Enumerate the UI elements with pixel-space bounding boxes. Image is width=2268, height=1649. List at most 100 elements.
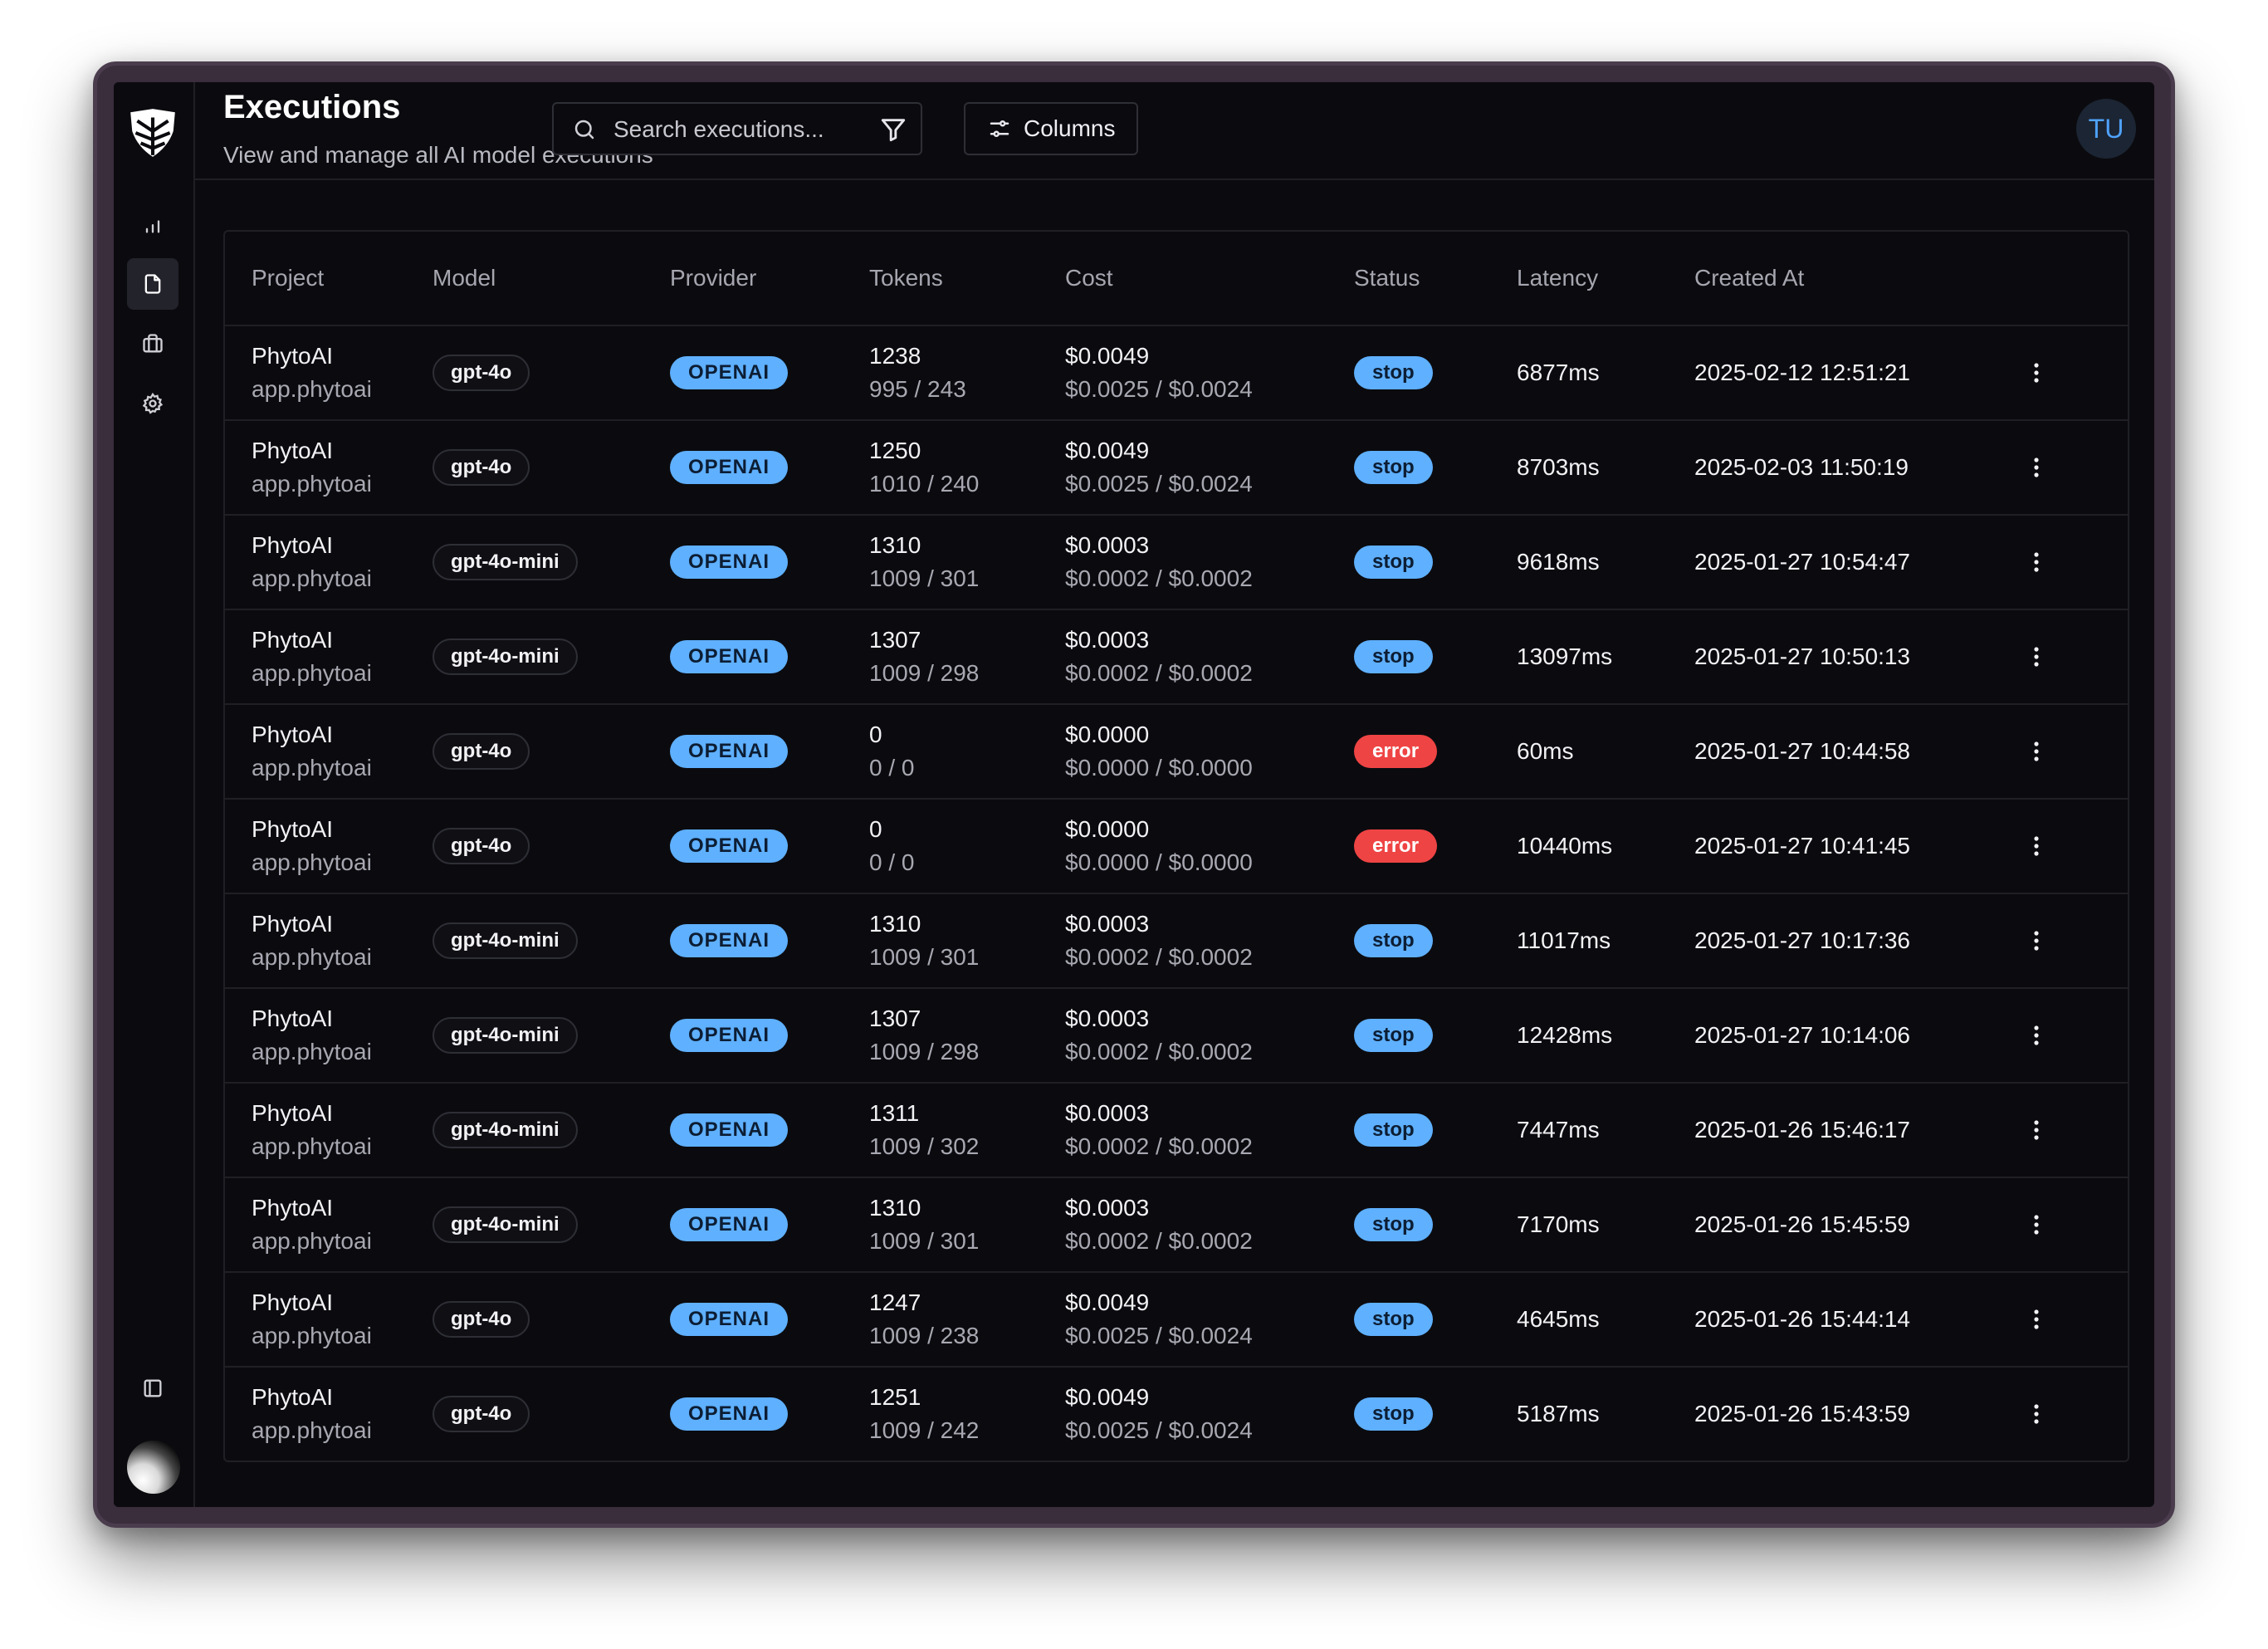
columns-button[interactable]: Columns — [964, 102, 1138, 155]
sidebar-toggle-button[interactable] — [127, 1363, 178, 1414]
executions-table: Project Model Provider Tokens Cost Statu… — [223, 230, 2129, 1462]
status-badge: stop — [1354, 451, 1433, 484]
table-row[interactable]: PhytoAI app.phytoai gpt-4o-mini OPENAI 1… — [225, 609, 2128, 705]
row-menu-button[interactable] — [2020, 735, 2053, 768]
sidebar-item-analytics[interactable] — [127, 198, 178, 250]
cell-cost: $0.0003 $0.0002 / $0.0002 — [1065, 515, 1354, 610]
cell-model: gpt-4o-mini — [433, 1177, 670, 1273]
column-header-created-at[interactable]: Created At — [1694, 232, 2020, 326]
panel-toggle-icon — [144, 1379, 162, 1397]
table-row[interactable]: PhytoAI app.phytoai gpt-4o OPENAI 0 0 / … — [225, 799, 2128, 894]
cell-created-at: 2025-01-27 10:14:06 — [1694, 988, 2020, 1084]
column-header-cost[interactable]: Cost — [1065, 232, 1354, 326]
cost-total: $0.0049 — [1065, 438, 1150, 463]
cell-model: gpt-4o — [433, 1367, 670, 1461]
row-menu-button[interactable] — [2020, 451, 2053, 484]
tokens-total: 1307 — [869, 1006, 921, 1031]
table-row[interactable]: PhytoAI app.phytoai gpt-4o OPENAI 0 0 / … — [225, 704, 2128, 800]
column-header-latency[interactable]: Latency — [1517, 232, 1694, 326]
project-id: app.phytoai — [252, 1039, 372, 1064]
tokens-split: 1009 / 298 — [869, 1039, 980, 1064]
tokens-split: 1009 / 301 — [869, 1228, 980, 1254]
sidebar-item-executions[interactable] — [127, 258, 178, 310]
project-name: PhytoAI — [252, 911, 334, 937]
provider-badge: OPENAI — [670, 924, 789, 957]
tokens-total: 1310 — [869, 532, 921, 558]
column-header-status[interactable]: Status — [1354, 232, 1517, 326]
cell-cost: $0.0049 $0.0025 / $0.0024 — [1065, 1272, 1354, 1368]
column-header-actions — [2020, 232, 2128, 326]
cell-cost: $0.0003 $0.0002 / $0.0002 — [1065, 609, 1354, 705]
tokens-split: 1009 / 238 — [869, 1323, 980, 1348]
cell-status: stop — [1354, 325, 1517, 421]
row-menu-button[interactable] — [2020, 1208, 2053, 1241]
project-name: PhytoAI — [252, 532, 334, 558]
status-badge: stop — [1354, 1019, 1433, 1052]
column-header-tokens[interactable]: Tokens — [869, 232, 1065, 326]
row-menu-button[interactable] — [2020, 1113, 2053, 1147]
table-row[interactable]: PhytoAI app.phytoai gpt-4o-mini OPENAI 1… — [225, 988, 2128, 1084]
table-row[interactable]: PhytoAI app.phytoai gpt-4o OPENAI 1250 1… — [225, 420, 2128, 516]
project-name: PhytoAI — [252, 343, 334, 369]
device-frame: Executions View and manage all AI model … — [93, 61, 2175, 1528]
cost-split: $0.0002 / $0.0002 — [1065, 1039, 1253, 1064]
cell-tokens: 1311 1009 / 302 — [869, 1083, 1065, 1178]
more-vertical-icon — [2034, 552, 2039, 572]
workspace-avatar[interactable] — [127, 1441, 180, 1494]
cell-tokens: 1310 1009 / 301 — [869, 1177, 1065, 1273]
project-id: app.phytoai — [252, 1133, 372, 1159]
tokens-split: 1009 / 301 — [869, 944, 980, 970]
cell-provider: OPENAI — [670, 988, 869, 1084]
cell-created-at: 2025-01-26 15:45:59 — [1694, 1177, 2020, 1273]
table-row[interactable]: PhytoAI app.phytoai gpt-4o OPENAI 1238 9… — [225, 325, 2128, 421]
cell-actions — [2020, 515, 2128, 610]
bar-chart-icon — [145, 220, 160, 233]
row-menu-button[interactable] — [2020, 1303, 2053, 1336]
tokens-split: 995 / 243 — [869, 376, 966, 402]
project-id: app.phytoai — [252, 1323, 372, 1348]
row-menu-button[interactable] — [2020, 546, 2053, 579]
more-vertical-icon — [2034, 363, 2039, 383]
table-row[interactable]: PhytoAI app.phytoai gpt-4o-mini OPENAI 1… — [225, 1083, 2128, 1178]
tokens-split: 1009 / 298 — [869, 660, 980, 686]
row-menu-button[interactable] — [2020, 1397, 2053, 1431]
cell-project: PhytoAI app.phytoai — [225, 609, 433, 705]
tokens-total: 1311 — [869, 1100, 920, 1126]
cost-total: $0.0049 — [1065, 343, 1150, 369]
cell-status: stop — [1354, 988, 1517, 1084]
provider-badge: OPENAI — [670, 1208, 789, 1241]
project-id: app.phytoai — [252, 376, 372, 402]
user-avatar[interactable]: TU — [2076, 99, 2136, 159]
table-row[interactable]: PhytoAI app.phytoai gpt-4o-mini OPENAI 1… — [225, 893, 2128, 989]
project-id: app.phytoai — [252, 944, 372, 970]
table-row[interactable]: PhytoAI app.phytoai gpt-4o OPENAI 1247 1… — [225, 1272, 2128, 1368]
filter-icon[interactable] — [879, 115, 907, 144]
status-badge: error — [1354, 735, 1438, 768]
row-menu-button[interactable] — [2020, 1019, 2053, 1052]
table-row[interactable]: PhytoAI app.phytoai gpt-4o-mini OPENAI 1… — [225, 515, 2128, 610]
cell-actions — [2020, 325, 2128, 421]
column-header-project[interactable]: Project — [225, 232, 433, 326]
sidebar-item-settings[interactable] — [127, 378, 178, 429]
row-menu-button[interactable] — [2020, 640, 2053, 673]
file-icon — [144, 274, 161, 294]
column-header-model[interactable]: Model — [433, 232, 670, 326]
cell-tokens: 1238 995 / 243 — [869, 325, 1065, 421]
cost-split: $0.0000 / $0.0000 — [1065, 755, 1253, 780]
logo-icon[interactable] — [125, 105, 180, 160]
cell-project: PhytoAI app.phytoai — [225, 515, 433, 610]
cell-tokens: 1250 1010 / 240 — [869, 420, 1065, 516]
table-row[interactable]: PhytoAI app.phytoai gpt-4o OPENAI 1251 1… — [225, 1367, 2128, 1461]
column-header-provider[interactable]: Provider — [670, 232, 869, 326]
row-menu-button[interactable] — [2020, 829, 2053, 863]
cost-split: $0.0025 / $0.0024 — [1065, 1417, 1253, 1443]
more-vertical-icon — [2034, 836, 2039, 856]
row-menu-button[interactable] — [2020, 356, 2053, 389]
tokens-total: 0 — [869, 722, 882, 747]
table-row[interactable]: PhytoAI app.phytoai gpt-4o-mini OPENAI 1… — [225, 1177, 2128, 1273]
row-menu-button[interactable] — [2020, 924, 2053, 957]
cell-status: stop — [1354, 1367, 1517, 1461]
sidebar-item-projects[interactable] — [127, 318, 178, 369]
status-badge: stop — [1354, 546, 1433, 579]
search-input[interactable] — [612, 110, 864, 149]
